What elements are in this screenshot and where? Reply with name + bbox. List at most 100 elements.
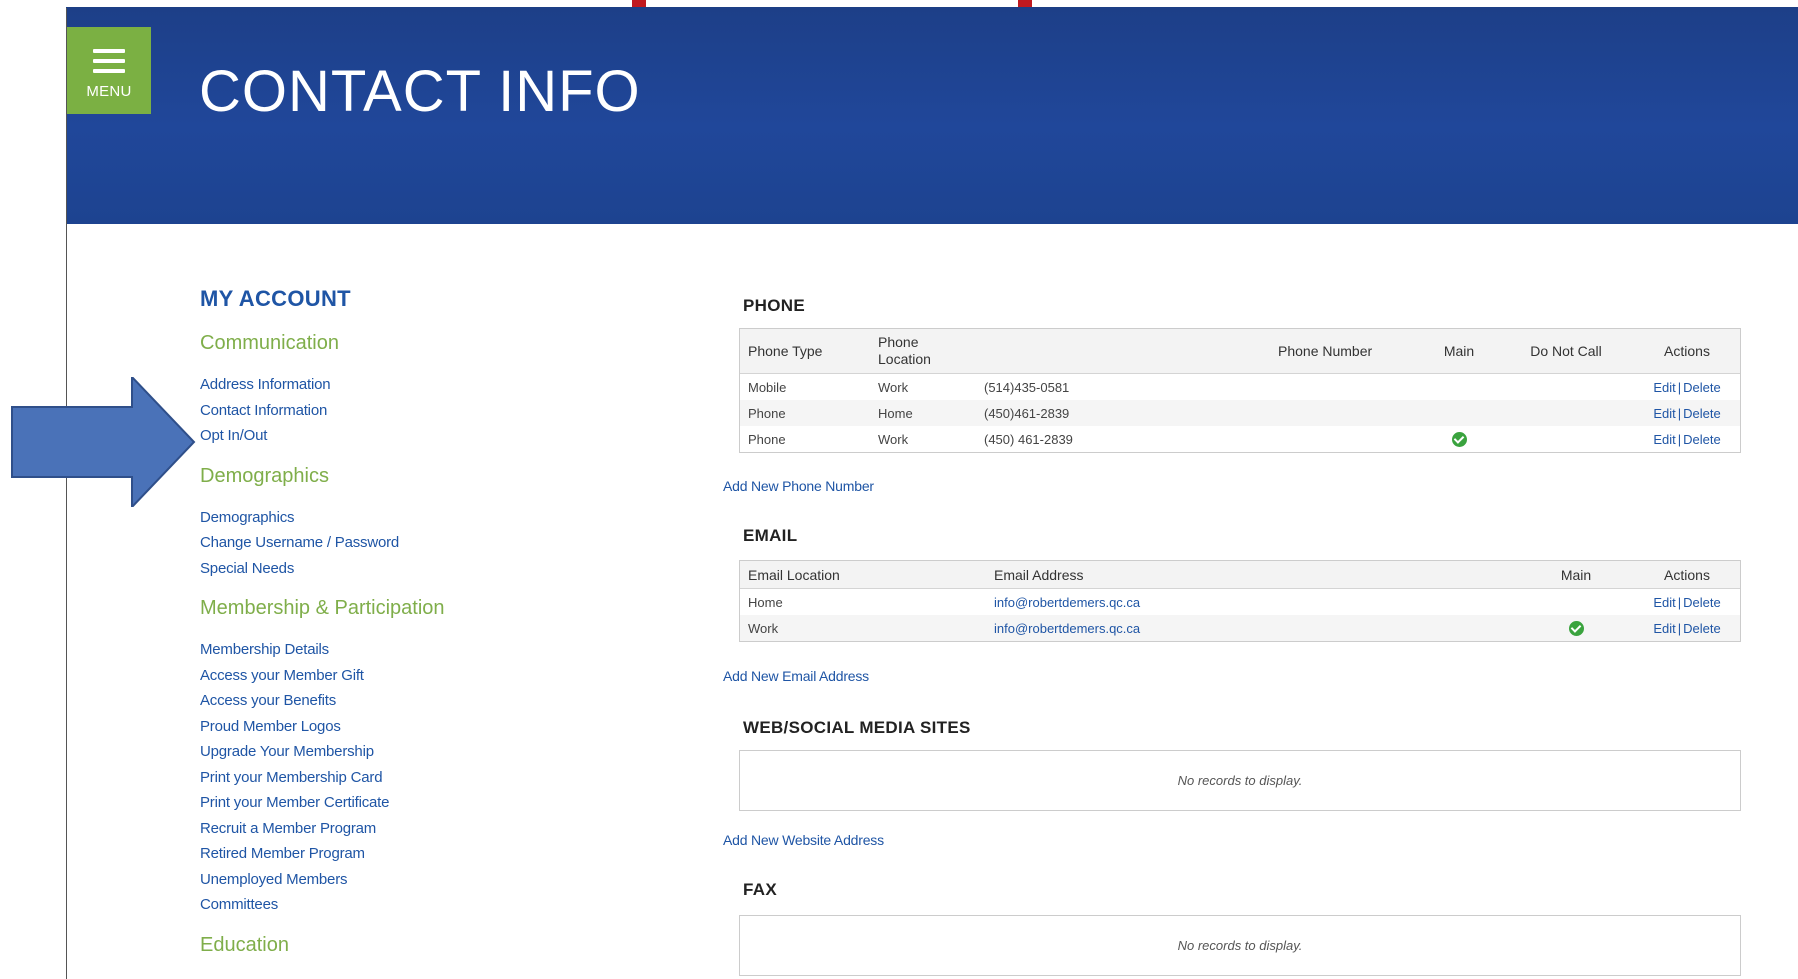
email-section-title: EMAIL — [743, 526, 798, 545]
delete-link[interactable]: Delete — [1683, 595, 1721, 610]
page-title: CONTACT INFO — [199, 59, 641, 124]
sidebar-link-address-information[interactable]: Address Information — [200, 372, 540, 398]
edit-link[interactable]: Edit — [1653, 380, 1675, 395]
table-row: Home info@robertdemers.qc.ca Edit | Delete — [740, 589, 1740, 616]
phone-type-cell: Mobile — [748, 379, 787, 395]
add-website-link[interactable]: Add New Website Address — [723, 832, 884, 848]
col-email-location[interactable]: Email Location — [740, 561, 986, 589]
col-phone-type[interactable]: Phone Type — [740, 329, 870, 374]
edit-link[interactable]: Edit — [1653, 432, 1675, 447]
sidebar-link-member-certificate[interactable]: Print your Member Certificate — [200, 790, 540, 816]
sidebar-section-education[interactable]: Education — [200, 934, 540, 957]
col-email-actions: Actions — [1634, 561, 1740, 589]
delete-link[interactable]: Delete — [1683, 406, 1721, 421]
table-row: Mobile Work (514)435-0581 Edit | Delete — [740, 374, 1740, 401]
sidebar-section-membership[interactable]: Membership & Participation — [200, 597, 540, 620]
col-email-main[interactable]: Main — [1518, 561, 1634, 589]
edit-link[interactable]: Edit — [1653, 595, 1675, 610]
phone-section-title: PHONE — [743, 296, 805, 315]
web-empty-grid: No records to display. — [739, 750, 1741, 811]
account-sidebar: MY ACCOUNT Communication Address Informa… — [200, 286, 540, 974]
phone-location-cell: Home — [870, 400, 976, 426]
col-phone-number[interactable]: Phone Number — [1270, 329, 1420, 374]
sidebar-link-upgrade-membership[interactable]: Upgrade Your Membership — [200, 739, 540, 765]
sidebar-link-member-gift[interactable]: Access your Member Gift — [200, 663, 540, 689]
col-phone-actions: Actions — [1634, 329, 1740, 374]
header-banner: MENU CONTACT INFO — [67, 8, 1798, 224]
phone-number-cell: (450) 461-2839 — [984, 431, 1073, 447]
phone-table-header: Phone Type Phone Location Phone Number M… — [740, 329, 1740, 374]
sidebar-link-demographics[interactable]: Demographics — [200, 505, 540, 531]
email-location-cell: Home — [748, 594, 783, 610]
col-do-not-call[interactable]: Do Not Call — [1498, 329, 1634, 374]
page-frame: MENU CONTACT INFO MY ACCOUNT Communicati… — [66, 8, 1798, 979]
col-phone-spacer — [976, 329, 1270, 374]
edit-link[interactable]: Edit — [1653, 621, 1675, 636]
phone-actions-cell: Edit | Delete — [1634, 400, 1740, 426]
web-section-title: WEB/SOCIAL MEDIA SITES — [743, 718, 971, 737]
sidebar-section-communication[interactable]: Communication — [200, 332, 540, 355]
sidebar-link-contact-information[interactable]: Contact Information — [200, 398, 540, 424]
phone-type-cell: Phone — [748, 431, 786, 447]
email-main-cell — [1518, 589, 1634, 616]
phone-dnc-cell — [1498, 426, 1634, 452]
email-main-cell — [1518, 615, 1634, 641]
sidebar-section-demographics[interactable]: Demographics — [200, 465, 540, 488]
phone-table: Phone Type Phone Location Phone Number M… — [739, 328, 1741, 453]
phone-dnc-cell — [1498, 374, 1634, 401]
email-table-header: Email Location Email Address Main Action… — [740, 561, 1740, 589]
phone-actions-cell: Edit | Delete — [1653, 431, 1721, 447]
sidebar-link-membership-card[interactable]: Print your Membership Card — [200, 765, 540, 791]
edit-link[interactable]: Edit — [1653, 406, 1675, 421]
email-address-cell: info@robertdemers.qc.ca — [986, 589, 1518, 616]
sidebar-link-special-needs[interactable]: Special Needs — [200, 556, 540, 582]
sidebar-links-communication: Address Information Contact Information … — [200, 372, 540, 449]
table-row: Work info@robertdemers.qc.ca Edit | Delete — [740, 615, 1740, 641]
phone-actions-cell: Edit | Delete — [1653, 379, 1721, 395]
table-row: Phone Work (450) 461-2839 Edit | Delete — [740, 426, 1740, 452]
sidebar-links-demographics: Demographics Change Username / Password … — [200, 505, 540, 582]
email-address-link[interactable]: info@robertdemers.qc.ca — [994, 621, 1140, 636]
sidebar-link-change-username-password[interactable]: Change Username / Password — [200, 530, 540, 556]
annotation-arrow-icon — [11, 377, 196, 507]
sidebar-link-unemployed-members[interactable]: Unemployed Members — [200, 867, 540, 893]
email-address-link[interactable]: info@robertdemers.qc.ca — [994, 595, 1140, 610]
fax-empty-grid: No records to display. — [739, 915, 1741, 976]
add-email-link[interactable]: Add New Email Address — [723, 668, 869, 684]
phone-type-cell: Phone — [740, 400, 870, 426]
sidebar-link-recruit-program[interactable]: Recruit a Member Program — [200, 816, 540, 842]
delete-link[interactable]: Delete — [1683, 432, 1721, 447]
sidebar-link-member-logos[interactable]: Proud Member Logos — [200, 714, 540, 740]
add-phone-link[interactable]: Add New Phone Number — [723, 478, 874, 494]
email-address-cell: info@robertdemers.qc.ca — [986, 615, 1518, 641]
table-row: Phone Home (450)461-2839 Edit | Delete — [740, 400, 1740, 426]
phone-main-cell — [1420, 374, 1498, 401]
phone-number-cell: (514)435-0581 — [984, 379, 1070, 395]
phone-main-cell — [1420, 400, 1498, 426]
delete-link[interactable]: Delete — [1683, 380, 1721, 395]
sidebar-link-retired-program[interactable]: Retired Member Program — [200, 841, 540, 867]
email-actions-cell: Edit | Delete — [1634, 615, 1740, 641]
email-actions-cell: Edit | Delete — [1653, 594, 1721, 610]
check-circle-icon — [1451, 432, 1467, 448]
sidebar-link-membership-details[interactable]: Membership Details — [200, 637, 540, 663]
phone-location-cell: Work — [878, 379, 909, 395]
sidebar-link-benefits[interactable]: Access your Benefits — [200, 688, 540, 714]
hamburger-icon — [93, 49, 125, 73]
col-email-address[interactable]: Email Address — [986, 561, 1518, 589]
sidebar-link-committees[interactable]: Committees — [200, 892, 540, 918]
col-phone-location[interactable]: Phone Location — [870, 329, 976, 374]
menu-button[interactable]: MENU — [67, 27, 151, 114]
delete-link[interactable]: Delete — [1683, 621, 1721, 636]
sidebar-links-membership: Membership Details Access your Member Gi… — [200, 637, 540, 918]
phone-main-cell — [1420, 426, 1498, 452]
email-table: Email Location Email Address Main Action… — [739, 560, 1741, 642]
email-location-cell: Work — [740, 615, 986, 641]
sidebar-link-opt-in-out[interactable]: Opt In/Out — [200, 423, 540, 449]
phone-number-cell: (450)461-2839 — [976, 400, 1420, 426]
sidebar-heading: MY ACCOUNT — [200, 286, 351, 311]
phone-dnc-cell — [1498, 400, 1634, 426]
fax-section-title: FAX — [743, 880, 777, 899]
phone-location-cell: Work — [878, 431, 909, 447]
col-phone-main[interactable]: Main — [1420, 329, 1498, 374]
